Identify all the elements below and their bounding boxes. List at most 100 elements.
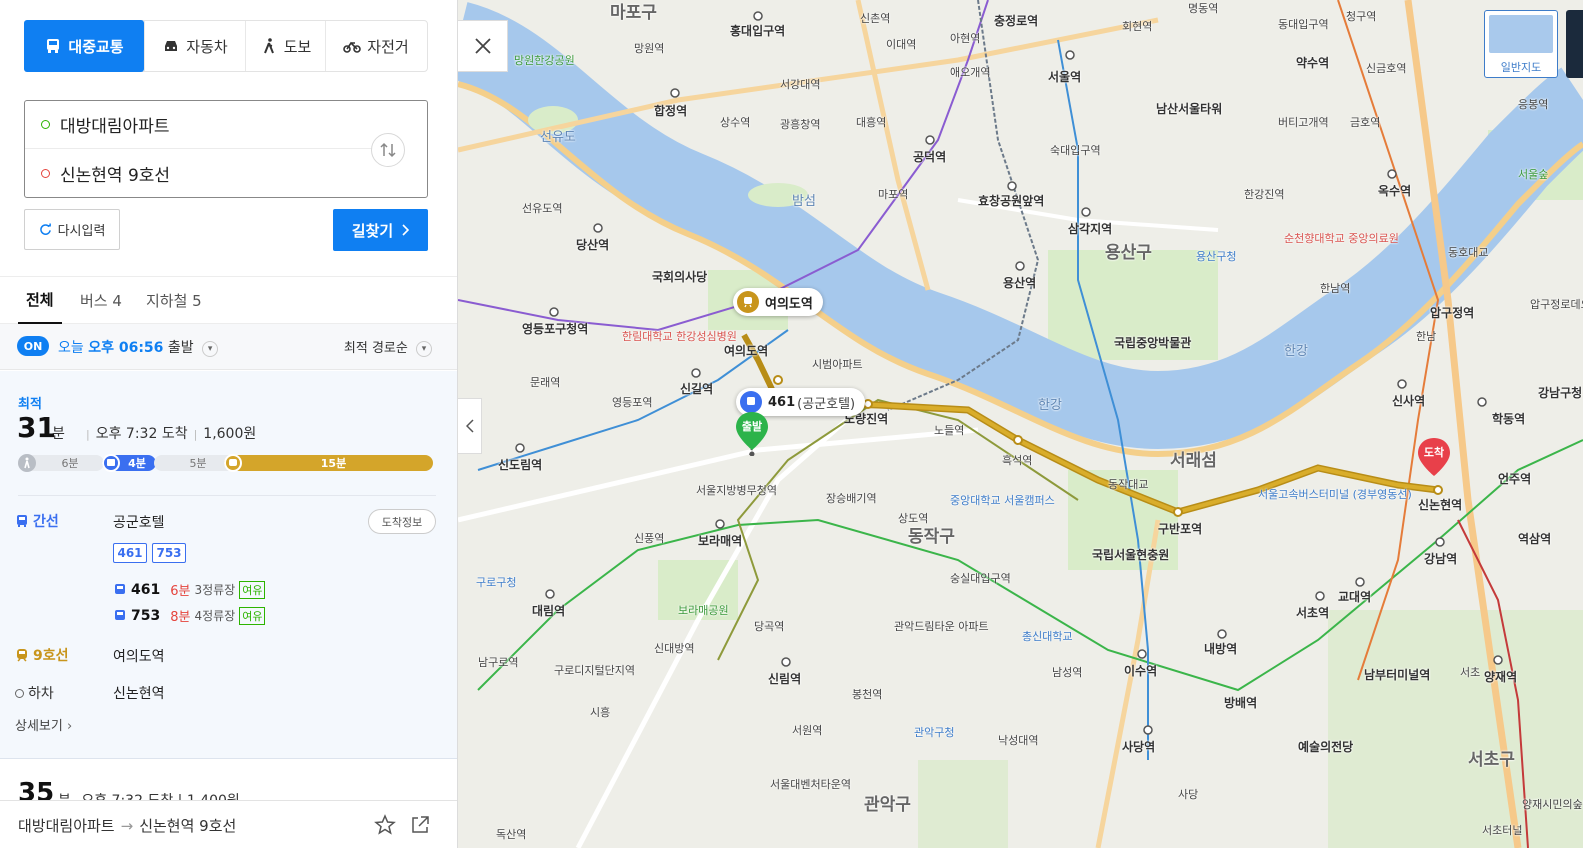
subway-icon <box>17 649 27 662</box>
chevron-right-icon: › <box>66 719 73 734</box>
best-route-card[interactable]: 최적 31 분 | 오후 7:32 도착 | 1,600원 6분 4분 5분 15분 … <box>0 371 457 759</box>
star-icon[interactable] <box>373 813 397 837</box>
tab-all[interactable]: 전체 <box>18 277 62 324</box>
tab-subway[interactable]: 지하철 5 <box>146 277 202 324</box>
map-label: 내방역 <box>1204 642 1238 656</box>
map-label: 중앙대학교 서울캠퍼스 <box>950 494 1055 507</box>
departure-on-toggle[interactable]: ON <box>17 336 49 356</box>
callout-bus-stop: (공군호텔) <box>797 396 856 412</box>
map-label: 서울고속버스터미널 (경부영동선) <box>1258 488 1412 501</box>
start-pin[interactable]: 출발 <box>734 410 770 457</box>
map-label: 이수역 <box>1124 664 1158 678</box>
map-label: 선유도 <box>540 130 576 145</box>
map-base <box>458 0 1583 848</box>
map-label: 신논현역 <box>1418 498 1463 512</box>
origin-text: 대방대림아파트 <box>60 117 170 137</box>
map-label: 한림대학교 한강성심병원 <box>622 330 737 343</box>
share-icon[interactable] <box>408 813 432 837</box>
map-label: 홍대입구역 <box>730 24 786 38</box>
map-label: 강남역 <box>1424 552 1458 566</box>
bus-number: 753 <box>131 607 161 624</box>
map-label: 마포구 <box>610 3 657 23</box>
footer-arrow: → <box>120 817 134 835</box>
map-label: 영등포역 <box>612 396 653 409</box>
mode-walk-tab[interactable]: 도보 <box>245 21 325 71</box>
map-label: 한강 <box>1038 398 1062 413</box>
map-label: 사당역 <box>1122 740 1156 754</box>
bus-step-label: 간선 <box>15 511 59 531</box>
end-pin[interactable]: 도착 <box>1416 436 1452 478</box>
subway-icon <box>737 291 759 313</box>
close-icon <box>474 38 491 54</box>
mode-label: 도보 <box>283 37 312 56</box>
walk-icon <box>263 38 274 54</box>
map-label: 신풍역 <box>634 532 665 545</box>
map-label: 신금호역 <box>1366 62 1407 75</box>
sort-label: 최적 경로순 <box>343 341 408 356</box>
map-label: 신길역 <box>680 382 714 396</box>
footer-origin: 대방대림아파트 <box>18 817 115 835</box>
map-label: 국립서울현충원 <box>1092 548 1170 562</box>
route-input-box: 대방대림아파트 신논현역 9호선 <box>24 100 428 198</box>
sort-selector[interactable]: 최적 경로순 ▾ <box>344 337 432 357</box>
map-label: 용산역 <box>1003 276 1037 290</box>
subway-step-label: 9호선 <box>15 645 69 665</box>
bus-number-chip[interactable]: 461 <box>113 543 147 563</box>
chevron-down-icon: ▾ <box>202 341 219 357</box>
bus-number-chip[interactable]: 753 <box>152 543 186 563</box>
swap-arrows-icon <box>380 142 396 158</box>
close-panel-button[interactable] <box>458 20 508 72</box>
reset-button[interactable]: 다시입력 <box>24 209 120 250</box>
departure-time: 오후 06:56 <box>88 340 164 356</box>
map-label: 영등포구청역 <box>522 322 589 336</box>
map-label: 선유도역 <box>522 202 563 215</box>
map-label: 응봉역 <box>1518 98 1549 111</box>
destination-field[interactable]: 신논현역 9호선 <box>25 149 375 197</box>
bus-icon <box>115 583 125 594</box>
callout-bus-number: 461 <box>768 394 796 410</box>
tab-bus[interactable]: 버스 4 <box>80 277 122 324</box>
departure-suffix: 출발 <box>167 340 194 356</box>
mode-bicycle-tab[interactable]: 자전거 <box>325 21 426 71</box>
chevron-right-icon <box>402 224 410 236</box>
map-label: 시범아파트 <box>812 358 863 371</box>
map-label: 상수역 <box>720 116 751 129</box>
bus-icon <box>115 609 125 620</box>
map-label: 노들역 <box>934 424 965 437</box>
footer-bar: 대방대림아파트 → 신논현역 9호선 <box>0 800 457 848</box>
map-label: 서울대벤처타운역 <box>770 778 851 791</box>
map-label: 장승배기역 <box>826 492 877 505</box>
bus-number: 461 <box>131 581 161 598</box>
arrival-info-button[interactable]: 도착정보 <box>368 509 436 534</box>
map-label: 국회의사당 <box>652 270 708 284</box>
map-label: 동호대교 <box>1448 246 1489 259</box>
swap-route-button[interactable] <box>371 133 405 167</box>
map-label: 밤섬 <box>792 194 816 209</box>
map-label: 방배역 <box>1224 696 1258 710</box>
divider: | <box>86 428 90 441</box>
map-label: 동작대교 <box>1108 478 1149 491</box>
origin-field[interactable]: 대방대림아파트 <box>25 101 375 149</box>
map-type-button[interactable]: 일반지도 <box>1484 10 1558 78</box>
bus-wait-time: 8분 <box>170 610 191 625</box>
map-view[interactable]: 마포구 용산구 동작구 서초구 관악구 서래섬 선유도 밤섬 한강 한강 홍대입구역 합정역 서울역 남산… <box>458 0 1583 848</box>
bus-stop-name: 공군호텔 <box>113 515 165 531</box>
map-label: 상도역 <box>898 512 929 525</box>
alight-station: 신논현역 <box>113 686 165 702</box>
map-side-control[interactable] <box>1566 10 1583 78</box>
find-route-label: 길찾기 <box>351 221 394 240</box>
departure-time-selector[interactable]: 오늘 오후 06:56 출발 ▾ <box>58 337 219 357</box>
mode-car-tab[interactable]: 자동차 <box>144 21 245 71</box>
map-label: 합정역 <box>654 104 688 118</box>
map-label: 신사역 <box>1392 394 1426 408</box>
find-route-button[interactable]: 길찾기 <box>333 209 428 251</box>
map-label: 망원한강공원 <box>514 54 575 67</box>
map-type-thumbnail <box>1489 15 1553 53</box>
divider: | <box>193 428 198 441</box>
yeouido-station-callout[interactable]: 여의도역 <box>733 288 823 316</box>
collapse-panel-button[interactable] <box>458 398 482 454</box>
detail-link[interactable]: 상세보기 › <box>15 715 72 734</box>
map-label: 청구역 <box>1346 10 1377 23</box>
map-label: 삼각지역 <box>1068 222 1113 236</box>
mode-transit-tab[interactable]: 대중교통 <box>24 20 144 72</box>
